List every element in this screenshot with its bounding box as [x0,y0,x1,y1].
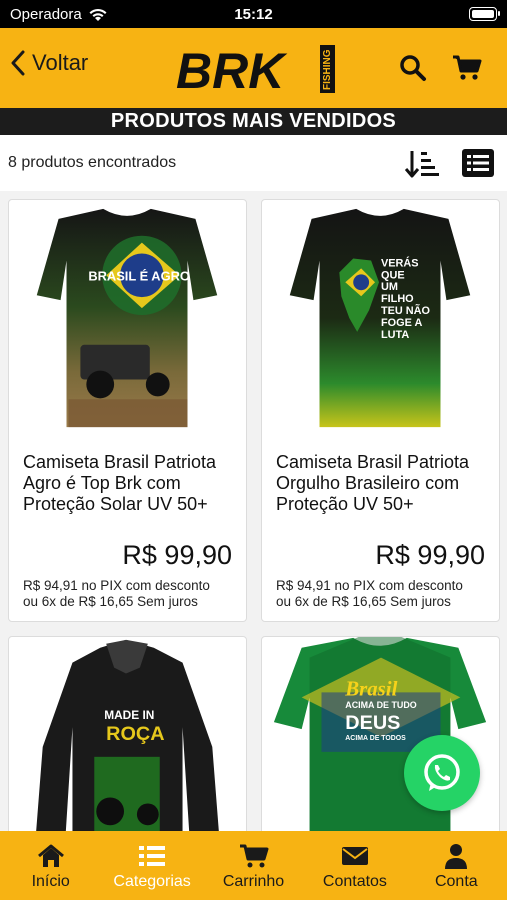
logo-text: BRK [176,43,288,96]
installment-price: ou 6x de R$ 16,65 Sem juros [23,594,198,609]
product-price: R$ 99,90 [375,540,485,570]
nav-item-conta[interactable]: Conta [406,831,507,900]
cart-icon [239,844,269,868]
shirt-print-text: Brasil [344,676,397,700]
results-count: 8 produtos encontrados [8,154,177,171]
shirt-print-text: BRASIL É AGRO [88,268,190,283]
chevron-left-icon [11,50,25,76]
nav-item-carrinho[interactable]: Carrinho [203,831,304,900]
section-title: PRODUTOS MAIS VENDIDOS [0,108,507,135]
product-image: MADE IN ROÇA [35,639,220,835]
nav-label: Contatos [322,873,387,890]
shirt-print-text: QUE [381,269,405,281]
list-view-icon[interactable] [462,149,494,177]
pix-price: R$ 94,91 no PIX com desconto [276,578,463,593]
list-icon [139,846,166,866]
product-card[interactable]: VERÁS QUE UM FILHO TEU NÃO FOGE A LUTA C… [261,199,500,622]
shirt-print-text: FILHO [381,293,414,305]
shirt-print-text: FOGE A [381,317,422,329]
shirt-print-text: ROÇA [106,723,164,745]
nav-label: Conta [434,873,478,890]
clock: 15:12 [234,6,273,23]
product-installments: R$ 94,91 no PIX com desconto ou 6x de R$… [23,578,240,610]
shirt-print-text: ACIMA DE TUDO [345,700,416,710]
shirt-print-text: DEUS [345,712,400,734]
nav-label: Início [31,873,70,890]
sort-icon[interactable] [405,149,439,179]
product-card[interactable]: BRASIL É AGRO Camiseta Brasil Patriota A… [8,199,247,622]
home-icon [37,844,64,867]
mail-icon [341,847,368,865]
product-image: VERÁS QUE UM FILHO TEU NÃO FOGE A LUTA [289,208,471,428]
shirt-print-text: MADE IN [104,708,154,722]
product-card[interactable]: Brasil ACIMA DE TUDO DEUS ACIMA DE TODOS [261,636,500,836]
shirt-print-text: UM [381,281,398,293]
product-card[interactable]: MADE IN ROÇA [8,636,247,836]
whatsapp-button[interactable] [404,735,480,811]
product-image: Brasil ACIMA DE TUDO DEUS ACIMA DE TODOS [273,637,487,835]
pix-price: R$ 94,91 no PIX com desconto [23,578,210,593]
product-installments: R$ 94,91 no PIX com desconto ou 6x de R$… [276,578,493,610]
nav-item-inicio[interactable]: Início [0,831,101,900]
shirt-print-text: ACIMA DE TODOS [345,735,406,742]
product-image: BRASIL É AGRO [36,208,218,428]
logo-sub: FISHING [322,49,333,90]
nav-label: Carrinho [222,873,285,890]
whatsapp-icon [424,754,460,791]
battery-icon [469,7,500,21]
shirt-print-text: LUTA [381,329,409,341]
installment-price: ou 6x de R$ 16,65 Sem juros [276,594,451,609]
product-name[interactable]: Camiseta Brasil Patriota Agro é Top Brk … [23,452,236,515]
status-bar: Operadora 15:12 [0,0,507,28]
user-icon [445,844,468,869]
results-toolbar: 8 produtos encontrados [0,135,507,191]
search-icon[interactable] [399,54,427,82]
shirt-print-text: TEU NÃO [381,304,431,317]
product-name[interactable]: Camiseta Brasil Patriota Orgulho Brasile… [276,452,489,515]
back-label: Voltar [32,50,89,75]
app-header: Voltar BRK FISHING [0,28,507,108]
cart-icon[interactable] [452,54,482,82]
nav-item-contatos[interactable]: Contatos [304,831,405,900]
nav-item-categorias[interactable]: Categorias [101,831,202,900]
nav-label: Categorias [113,873,191,890]
product-price: R$ 99,90 [122,540,232,570]
back-button[interactable]: Voltar [10,50,88,76]
brand-logo[interactable]: BRK FISHING [174,42,338,96]
bottom-nav: Início Categorias Carrinho Contatos Cont… [0,831,507,900]
shirt-print-text: VERÁS [381,256,419,269]
